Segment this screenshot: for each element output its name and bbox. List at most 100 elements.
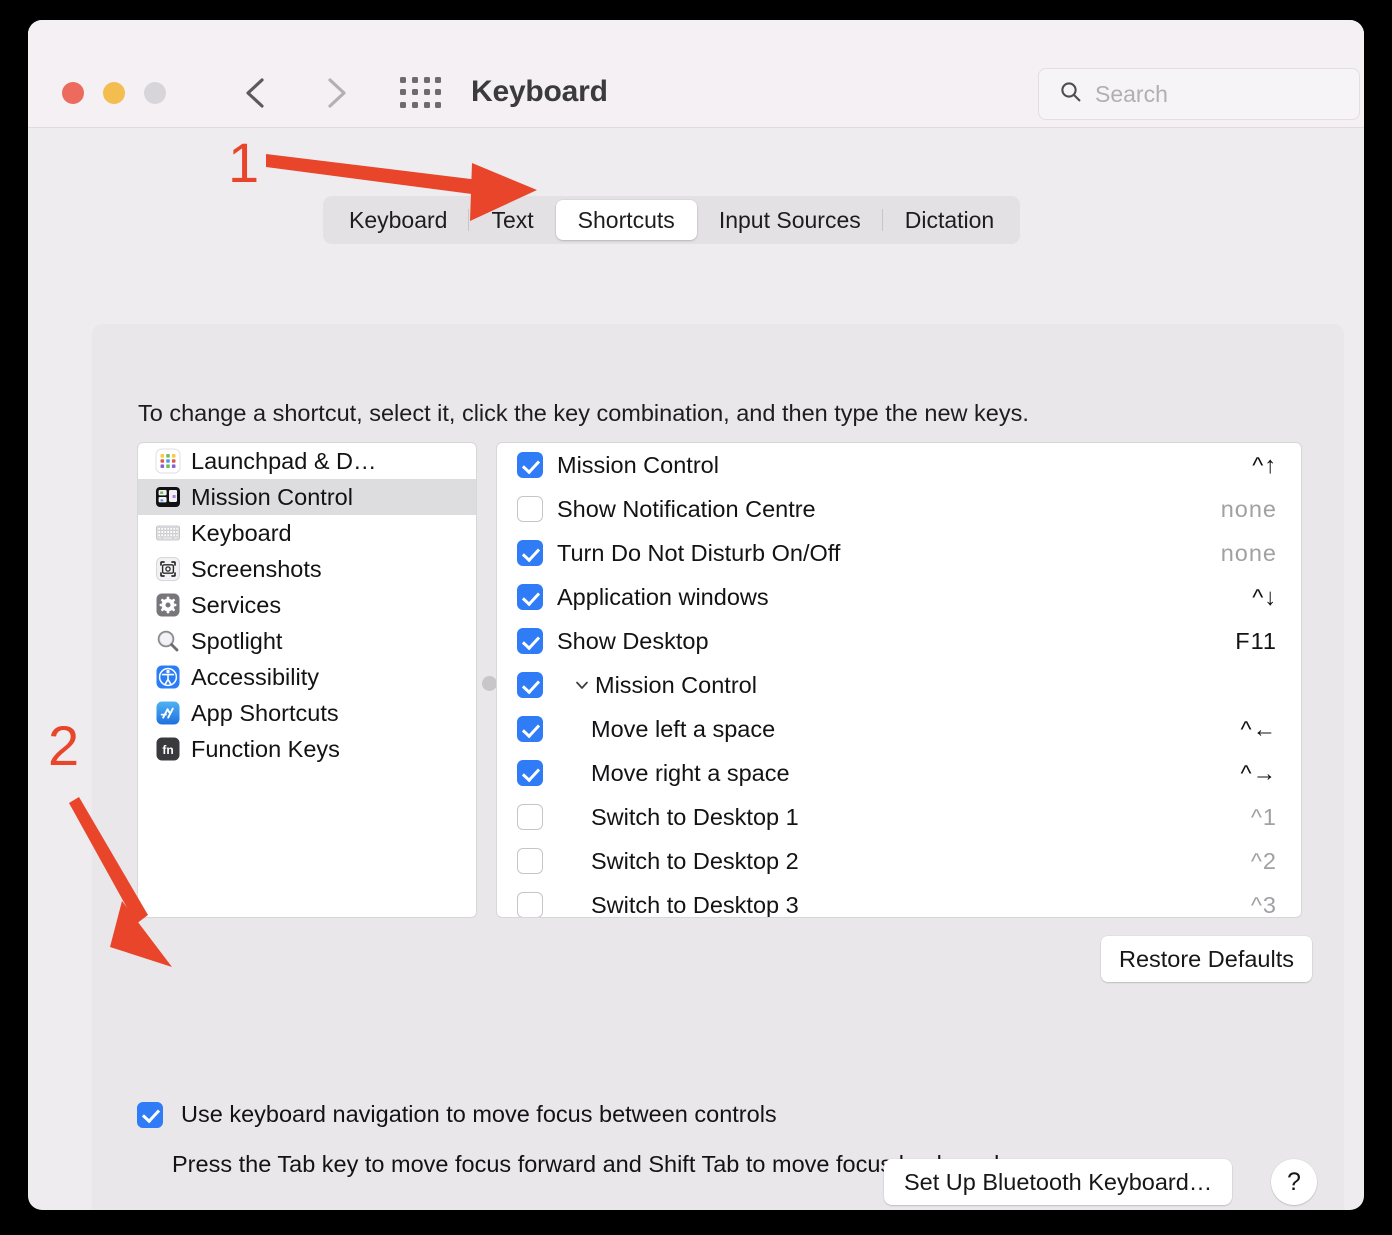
svg-text:fn: fn (162, 743, 173, 757)
shortcut-row[interactable]: Move right a space ^→ (497, 751, 1301, 795)
shortcut-row[interactable]: Application windows ^↓ (497, 575, 1301, 619)
tab-input-sources-label: Input Sources (718, 207, 861, 233)
close-button[interactable] (62, 82, 84, 104)
sidebar-item-label: Launchpad & D… (191, 447, 377, 474)
shortcut-name: Switch to Desktop 2 (591, 847, 799, 874)
window-content: Keyboard Text Shortcuts Input Sources Di… (28, 128, 1364, 1210)
sidebar-item-mission-control[interactable]: Mission Control (138, 479, 476, 515)
set-up-bluetooth-keyboard-button[interactable]: Set Up Bluetooth Keyboard… (884, 1159, 1233, 1205)
sidebar-item-launchpad[interactable]: Launchpad & D… (138, 443, 476, 479)
zoom-button[interactable] (144, 82, 166, 104)
show-all-grid-icon[interactable] (400, 77, 444, 111)
shortcut-name: Show Notification Centre (557, 495, 816, 522)
shortcut-key[interactable]: ^→ (1240, 760, 1277, 787)
sidebar-item-keyboard[interactable]: Keyboard (138, 515, 476, 551)
shortcuts-list[interactable]: Mission Control ^↑ Show Notification Cen… (496, 442, 1302, 918)
sidebar-item-label: Function Keys (191, 735, 340, 762)
tab-shortcuts[interactable]: Shortcuts (555, 200, 697, 240)
shortcut-key[interactable]: ^2 (1251, 848, 1277, 875)
shortcut-name: Switch to Desktop 3 (591, 891, 799, 918)
shortcut-key[interactable]: ^3 (1251, 892, 1277, 918)
shortcut-checkbox[interactable] (517, 716, 543, 742)
window-titlebar: Keyboard Search (28, 20, 1364, 128)
shortcut-checkbox[interactable] (517, 760, 543, 786)
shortcut-row[interactable]: Show Desktop F11 (497, 619, 1301, 663)
shortcut-row[interactable]: Mission Control ^↑ (497, 443, 1301, 487)
services-gear-icon (155, 592, 181, 618)
search-placeholder: Search (1095, 80, 1168, 107)
shortcut-row[interactable]: Turn Do Not Disturb On/Off none (497, 531, 1301, 575)
shortcut-checkbox[interactable] (517, 584, 543, 610)
search-field[interactable]: Search (1038, 68, 1360, 120)
tab-text[interactable]: Text (469, 200, 555, 240)
shortcut-name: Move left a space (591, 715, 776, 742)
shortcut-checkbox[interactable] (517, 452, 543, 478)
shortcut-checkbox[interactable] (517, 540, 543, 566)
shortcut-row[interactable]: Switch to Desktop 1 ^1 (497, 795, 1301, 839)
sidebar-item-label: App Shortcuts (191, 699, 339, 726)
shortcut-checkbox[interactable] (517, 628, 543, 654)
shortcut-key[interactable]: ^← (1240, 716, 1277, 743)
shortcut-name: Application windows (557, 583, 769, 610)
tab-keyboard[interactable]: Keyboard (327, 200, 470, 240)
shortcut-key[interactable]: F11 (1235, 628, 1277, 655)
sidebar-item-spotlight[interactable]: Spotlight (138, 623, 476, 659)
shortcut-row[interactable]: Show Notification Centre none (497, 487, 1301, 531)
shortcut-key[interactable]: none (1221, 540, 1277, 567)
shortcut-checkbox[interactable] (517, 848, 543, 874)
shortcut-row[interactable]: Switch to Desktop 2 ^2 (497, 839, 1301, 883)
search-icon (1059, 80, 1083, 109)
shortcut-key[interactable]: ^↓ (1252, 584, 1277, 611)
tab-input-sources[interactable]: Input Sources (697, 200, 883, 240)
page-title: Keyboard (471, 75, 608, 108)
shortcut-group-row[interactable]: Mission Control (497, 663, 1301, 707)
shortcut-categories-list[interactable]: Launchpad & D… Mission Control Keyboard … (137, 442, 477, 918)
function-keys-icon: fn (155, 736, 181, 762)
sidebar-item-app-shortcuts[interactable]: App Shortcuts (138, 695, 476, 731)
tab-dictation[interactable]: Dictation (883, 200, 1016, 240)
shortcut-checkbox[interactable] (517, 892, 543, 917)
minimize-button[interactable] (103, 82, 125, 104)
sidebar-item-screenshots[interactable]: Screenshots (138, 551, 476, 587)
shortcut-row[interactable]: Move left a space ^← (497, 707, 1301, 751)
shortcut-group-checkbox[interactable] (517, 672, 543, 698)
shortcut-name: Turn Do Not Disturb On/Off (557, 539, 841, 566)
restore-defaults-button[interactable]: Restore Defaults (1100, 936, 1312, 982)
sidebar-item-label: Services (191, 591, 282, 618)
mission-control-icon (155, 484, 181, 510)
shortcut-checkbox[interactable] (517, 804, 543, 830)
sidebar-item-label: Screenshots (191, 555, 322, 582)
traffic-lights (62, 82, 166, 104)
back-chevron-icon[interactable] (236, 70, 276, 116)
chevron-down-icon[interactable] (571, 676, 593, 694)
sidebar-item-label: Mission Control (191, 483, 353, 510)
keyboard-navigation-checkbox[interactable] (137, 1101, 163, 1128)
shortcut-key[interactable]: ^↑ (1252, 452, 1277, 479)
help-button[interactable]: ? (1271, 1159, 1317, 1205)
keyboard-navigation-description: Press the Tab key to move focus forward … (172, 1151, 1006, 1177)
tab-shortcuts-label: Shortcuts (577, 207, 675, 233)
shortcut-key[interactable]: ^1 (1251, 804, 1277, 831)
shortcut-checkbox[interactable] (517, 496, 543, 522)
system-preferences-window: Keyboard Search Keyboard Text Shortcuts (28, 20, 1364, 1210)
forward-chevron-icon[interactable] (316, 70, 356, 116)
tab-bar: Keyboard Text Shortcuts Input Sources Di… (323, 196, 1021, 244)
sidebar-item-services[interactable]: Services (138, 587, 476, 623)
spotlight-magnifier-icon (155, 628, 181, 654)
sidebar-item-accessibility[interactable]: Accessibility (138, 659, 476, 695)
screenshots-icon (155, 556, 181, 582)
accessibility-icon (155, 664, 181, 690)
sidebar-item-label: Keyboard (191, 519, 292, 546)
shortcut-name: Mission Control (557, 451, 719, 478)
pane-splitter-handle[interactable] (482, 676, 497, 691)
keyboard-navigation-row[interactable]: Use keyboard navigation to move focus be… (137, 1101, 777, 1128)
shortcut-name: Show Desktop (557, 627, 709, 654)
shortcuts-panel: To change a shortcut, select it, click t… (92, 324, 1344, 1210)
sidebar-item-label: Spotlight (191, 627, 283, 654)
shortcut-key[interactable]: none (1221, 496, 1277, 523)
keyboard-navigation-label: Use keyboard navigation to move focus be… (181, 1101, 777, 1127)
tab-dictation-label: Dictation (904, 207, 995, 233)
sidebar-item-function-keys[interactable]: fn Function Keys (138, 731, 476, 767)
shortcut-row[interactable]: Switch to Desktop 3 ^3 (497, 883, 1301, 918)
keyboard-icon (155, 520, 181, 546)
